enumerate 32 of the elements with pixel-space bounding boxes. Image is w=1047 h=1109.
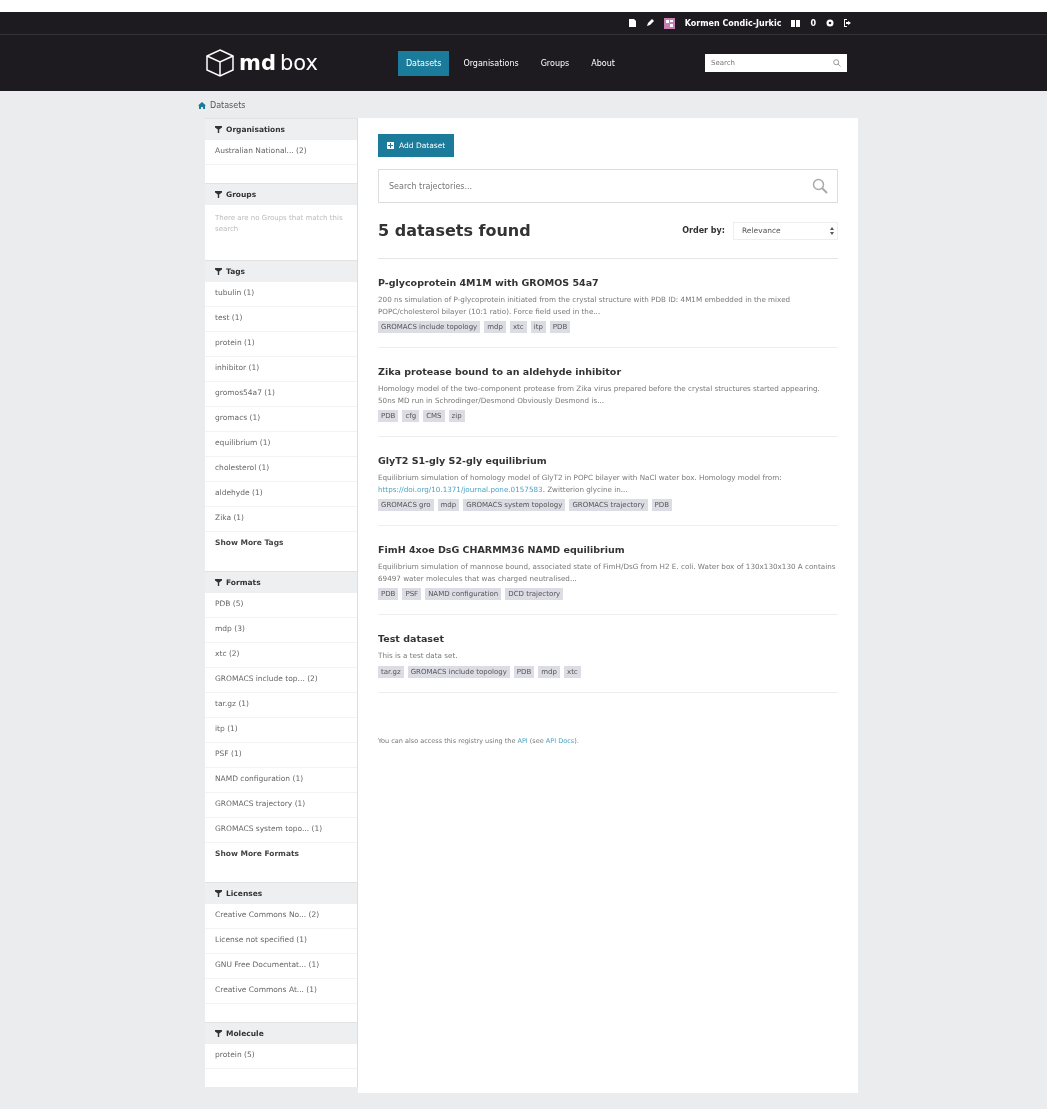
home-icon[interactable] [198, 102, 206, 109]
dashboard-icon[interactable] [791, 19, 801, 27]
dataset-title[interactable]: GlyT2 S1-gly S2-gly equilibrium [378, 455, 838, 467]
search-icon[interactable] [833, 59, 841, 67]
breadcrumb-item[interactable]: Datasets [210, 101, 246, 110]
avatar-icon[interactable] [663, 17, 675, 29]
settings-icon[interactable] [826, 19, 834, 27]
user-name[interactable]: Kormen Condic-Jurkic [684, 18, 782, 28]
dataset-title[interactable]: FimH 4xoe DsG CHARMM36 NAMD equilibrium [378, 544, 838, 556]
nav-tab[interactable]: Organisations [455, 50, 527, 76]
results-count: 5 datasets found [378, 221, 531, 240]
plus-icon [387, 142, 394, 149]
dataset-title[interactable]: P-glycoprotein 4M1M with GROMOS 54a7 [378, 277, 838, 288]
filter-icon [215, 1030, 222, 1037]
search-field[interactable]: Search trajectories... [378, 169, 838, 203]
caret-icon [830, 225, 834, 236]
filter-icon [215, 579, 222, 586]
dataset-title[interactable]: Zika protease bound to an aldehyde inhibitor [378, 366, 838, 378]
notification-count[interactable]: 0 [810, 18, 816, 28]
pencil-icon[interactable] [645, 19, 654, 27]
order-label: Order by: [682, 226, 725, 235]
filter-icon [215, 890, 222, 897]
logout-icon[interactable] [844, 19, 852, 27]
filter-icon [215, 268, 222, 275]
nav-tab[interactable]: About [583, 50, 623, 76]
nav-tab[interactable]: Datasets [397, 50, 450, 76]
filter-icon [215, 191, 222, 198]
brand-logo[interactable]: md box [205, 48, 318, 78]
dataset-title[interactable]: Test dataset [378, 633, 838, 645]
nav-tab[interactable]: Groups [532, 50, 578, 76]
filter-icon [215, 126, 222, 133]
document-icon[interactable] [628, 19, 636, 27]
